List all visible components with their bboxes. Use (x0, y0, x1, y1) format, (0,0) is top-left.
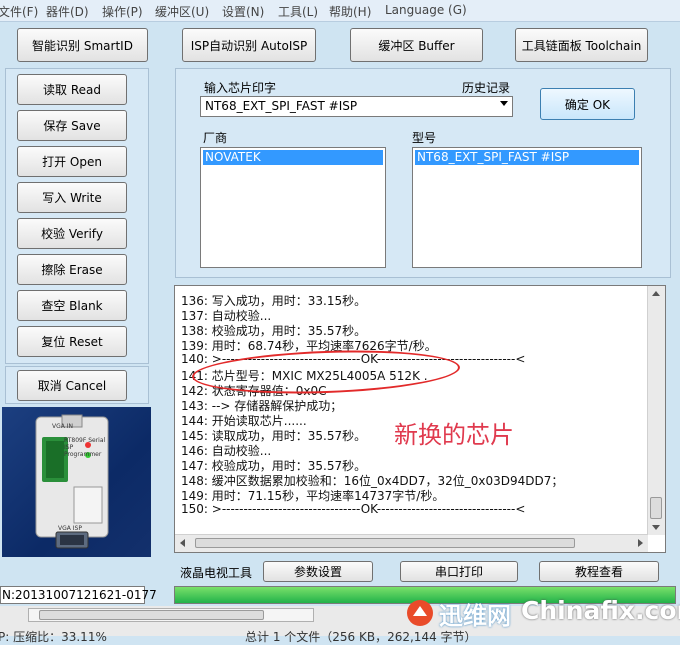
auto-isp-button[interactable]: ISP自动识别 AutoISP (182, 28, 316, 62)
vendor-list[interactable]: NOVATEK (200, 147, 386, 268)
scroll-down-icon[interactable] (652, 525, 660, 530)
scroll-left-icon[interactable] (180, 539, 185, 547)
smart-id-button[interactable]: 智能识别 SmartID (17, 28, 148, 62)
programmer-device-image (35, 414, 109, 549)
status-hscroll[interactable] (28, 608, 314, 622)
serial-number-text: N:20131007121621-0177 (2, 588, 157, 602)
verify-button[interactable]: 校验 Verify (17, 218, 127, 249)
model-list-item[interactable]: NT68_EXT_SPI_FAST #ISP (415, 150, 639, 165)
toolchain-button[interactable]: 工具链面板 Toolchain (515, 28, 648, 62)
history-label: 历史记录 (462, 81, 511, 95)
model-label: 型号 (412, 131, 437, 145)
menu-tools[interactable]: 工具(L) (278, 3, 318, 20)
scroll-up-icon[interactable] (652, 291, 660, 296)
vga-isp-label: VGA ISP (58, 525, 82, 532)
chip-input-combo[interactable]: NT68_EXT_SPI_FAST #ISP (200, 96, 513, 117)
cancel-button[interactable]: 取消 Cancel (17, 370, 127, 401)
menu-device[interactable]: 器件(D) (46, 3, 89, 20)
compress-ratio-text: P: 压缩比：33.11% (0, 630, 107, 644)
read-button[interactable]: 读取 Read (17, 74, 127, 105)
log-vertical-scrollbar[interactable] (647, 286, 665, 535)
watermark-en: Chinafix.com (521, 596, 680, 625)
tutorial-button[interactable]: 教程查看 (539, 561, 659, 582)
serial-print-button[interactable]: 串口打印 (400, 561, 518, 582)
open-button[interactable]: 打开 Open (17, 146, 127, 177)
status-scroll-thumb[interactable] (39, 610, 264, 620)
device-model-label: RT809F Serial ISP Programmer (64, 437, 106, 458)
buffer-button[interactable]: 缓冲区 Buffer (350, 28, 483, 62)
chip-input-label: 输入芯片印字 (204, 81, 277, 95)
model-list[interactable]: NT68_EXT_SPI_FAST #ISP (412, 147, 642, 268)
log-line: 150: >--------------------------------OK… (181, 502, 526, 516)
blank-button[interactable]: 查空 Blank (17, 290, 127, 321)
serial-number-field: N:20131007121621-0177 (0, 586, 157, 604)
annotation-text: 新换的芯片 (394, 421, 514, 449)
menu-file[interactable]: 文件(F) (0, 3, 38, 20)
save-button[interactable]: 保存 Save (17, 110, 127, 141)
tv-tools-label: 液晶电视工具 (180, 566, 253, 580)
log-scroll-thumb[interactable] (650, 497, 662, 519)
menu-settings[interactable]: 设置(N) (222, 3, 264, 20)
log-horizontal-scrollbar[interactable] (175, 534, 648, 552)
vga-in-label: VGA IN (52, 423, 74, 430)
menu-bar: 文件(F) 器件(D) 操作(P) 缓冲区(U) 设置(N) 工具(L) 帮助(… (0, 0, 680, 22)
chip-input-value: NT68_EXT_SPI_FAST #ISP (205, 99, 358, 113)
params-button[interactable]: 参数设置 (263, 561, 373, 582)
write-button[interactable]: 写入 Write (17, 182, 127, 213)
watermark-cn: 迅维网 (439, 602, 511, 630)
menu-help[interactable]: 帮助(H) (329, 3, 371, 20)
menu-operation[interactable]: 操作(P) (102, 3, 143, 20)
watermark: 迅维网 Chinafix.com (405, 594, 680, 636)
log-hscroll-thumb[interactable] (195, 538, 575, 548)
ok-button[interactable]: 确定 OK (540, 88, 635, 120)
menu-language[interactable]: Language (G) (385, 3, 467, 17)
menu-buffer[interactable]: 缓冲区(U) (155, 3, 209, 20)
chevron-down-icon[interactable] (500, 101, 508, 106)
vendor-label: 厂商 (203, 131, 228, 145)
vendor-list-item[interactable]: NOVATEK (203, 150, 383, 165)
programmer-photo: VGA IN RT809F Serial ISP Programmer VGA … (2, 407, 151, 557)
watermark-logo-icon (407, 600, 433, 626)
erase-button[interactable]: 擦除 Erase (17, 254, 127, 285)
scroll-right-icon[interactable] (638, 539, 643, 547)
reset-button[interactable]: 复位 Reset (17, 326, 127, 357)
